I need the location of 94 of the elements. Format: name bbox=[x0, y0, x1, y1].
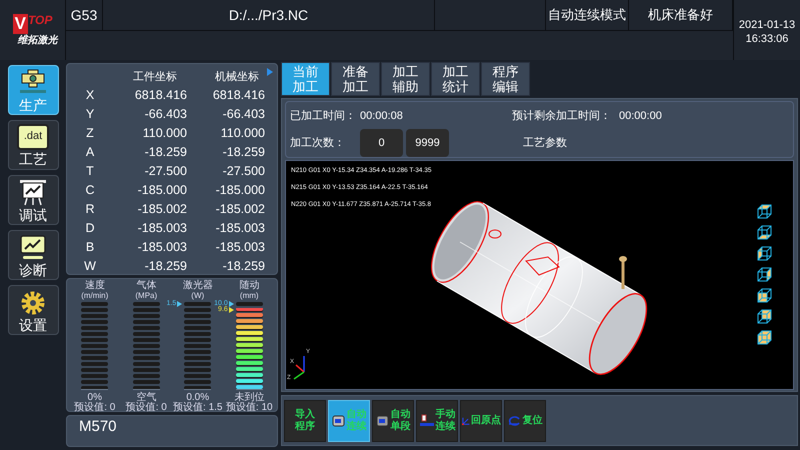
axis-value: -27.500 bbox=[144, 163, 187, 180]
file-extension: .dat bbox=[24, 131, 42, 142]
axis-value: -18.259 bbox=[222, 258, 266, 276]
hand-base-icon bbox=[418, 414, 434, 428]
view-cube-icon[interactable] bbox=[756, 266, 773, 283]
tab[interactable]: 程序 编辑 bbox=[481, 62, 530, 96]
axis-triad-icon bbox=[294, 356, 305, 380]
reset-icon bbox=[508, 414, 522, 428]
date-time: 2021-01-13 16:33:06 bbox=[733, 0, 800, 60]
axis-label: A bbox=[84, 144, 96, 162]
axis-value: -185.003 bbox=[136, 220, 187, 238]
gauge-unit: (mm) bbox=[240, 291, 259, 301]
axis-value: -66.403 bbox=[144, 106, 187, 124]
gauge-reading: 空气 bbox=[136, 393, 156, 403]
gauge-title: 气体 bbox=[136, 281, 156, 291]
remaining-time: 00:00:00 bbox=[619, 108, 663, 124]
tab[interactable]: 准备 加工 bbox=[331, 62, 380, 96]
toolbar-button[interactable]: 回原点 bbox=[460, 400, 502, 442]
view-cube-icon[interactable] bbox=[756, 329, 773, 346]
logo-brand: TOP bbox=[28, 14, 52, 26]
axis-value: 6818.416 bbox=[134, 87, 187, 104]
axis-value: -185.000 bbox=[214, 182, 266, 200]
axis-value: 6818.416 bbox=[212, 87, 266, 104]
view-cube-icon[interactable] bbox=[756, 245, 773, 262]
view-cube-icon[interactable] bbox=[756, 287, 773, 304]
preset-value: 预设值: 10 bbox=[226, 403, 273, 413]
label: 加工次数： bbox=[290, 136, 346, 151]
view-cube-icon[interactable] bbox=[756, 224, 773, 241]
gauge-reading: 未到位 bbox=[234, 393, 264, 403]
gauge-title: 随动 bbox=[239, 281, 260, 291]
gauge-unit: (W) bbox=[191, 291, 204, 301]
cursor-box-icon bbox=[332, 414, 346, 428]
count-field[interactable]: 9999 bbox=[406, 129, 449, 158]
monitor-chart-icon bbox=[18, 232, 48, 260]
gauge-reading: 0.0% bbox=[186, 393, 210, 403]
gauge-reading: 0% bbox=[88, 393, 102, 403]
view-cube-icon[interactable] bbox=[756, 203, 773, 220]
axis-label: X bbox=[84, 87, 96, 104]
axis-value: 110.000 bbox=[142, 125, 187, 142]
axis-value: -185.003 bbox=[214, 220, 266, 238]
machine-head-icon bbox=[18, 68, 48, 96]
label: 已加工时间： bbox=[290, 108, 357, 124]
axis-value: -185.002 bbox=[214, 201, 266, 218]
axis-value: -185.003 bbox=[214, 239, 266, 256]
axis-value: -66.403 bbox=[222, 106, 266, 124]
toolbar-button[interactable]: 复位 bbox=[504, 400, 546, 442]
preset-value: 预设值: 0 bbox=[74, 403, 116, 413]
column-header: 机械坐标 bbox=[214, 70, 260, 85]
toolbar-button[interactable]: 自动 单段 bbox=[372, 400, 414, 442]
sidebar-item[interactable]: .dat 工艺 bbox=[8, 120, 58, 170]
axis-label: C bbox=[84, 182, 96, 200]
gauge-title: 激光器 bbox=[182, 281, 213, 291]
count-field[interactable]: 0 bbox=[360, 129, 403, 158]
easel-chart-icon bbox=[18, 178, 48, 206]
message-text: M570 bbox=[79, 417, 117, 437]
file-path: D:/.../Pr3.NC bbox=[103, 0, 435, 30]
label: 工艺参数 bbox=[523, 136, 568, 151]
mode-status: 自动连续模式 bbox=[546, 0, 629, 30]
sidebar-item[interactable]: 设置 bbox=[8, 285, 58, 335]
axis-value: -18.259 bbox=[144, 258, 187, 276]
preset-value: 预设值: 1.5 bbox=[173, 403, 222, 413]
preset-value: 预设值: 0 bbox=[126, 403, 167, 413]
column-header: 工件坐标 bbox=[132, 70, 178, 85]
sidebar-item[interactable]: 诊断 bbox=[8, 230, 58, 280]
gauge-unit: (m/min) bbox=[81, 291, 108, 301]
axis-value: -27.500 bbox=[222, 163, 266, 180]
toolbar-button[interactable]: 导入 程序 bbox=[284, 400, 326, 442]
elapsed-time: 00:00:08 bbox=[360, 108, 404, 124]
axis-value: -18.259 bbox=[222, 144, 266, 162]
triangle-icon[interactable] bbox=[267, 68, 273, 76]
sidebar-item[interactable]: 调试 bbox=[8, 175, 58, 225]
tab[interactable]: 加工 辅助 bbox=[381, 62, 430, 96]
tab[interactable]: 加工 统计 bbox=[431, 62, 480, 96]
axis-label: Y bbox=[84, 106, 96, 124]
axis-value: -185.002 bbox=[136, 201, 187, 218]
gauge-title: 速度 bbox=[84, 281, 105, 291]
axis-label: T bbox=[85, 163, 95, 180]
view-cube-icon[interactable] bbox=[756, 308, 773, 325]
gauge-unit: (MPa) bbox=[135, 291, 158, 301]
toolbar-button[interactable]: 手动 连续 bbox=[416, 400, 458, 442]
axis-label: R bbox=[84, 201, 96, 218]
cursor-box-icon bbox=[376, 414, 390, 428]
label: 预计剩余加工时间： bbox=[512, 108, 612, 124]
axis-value: 110.000 bbox=[220, 125, 266, 142]
coordinate-system-code: G53 bbox=[66, 0, 103, 30]
axis-label: Z bbox=[85, 125, 95, 142]
axis-label: W bbox=[83, 258, 97, 276]
axis-label: D bbox=[84, 220, 96, 238]
logo-name: 维拓激光 bbox=[18, 35, 58, 46]
axis-value: -185.003 bbox=[136, 239, 187, 256]
axis-value: -185.000 bbox=[136, 182, 187, 200]
logo-mark: V bbox=[12, 14, 28, 34]
axis-value: -18.259 bbox=[144, 144, 187, 162]
axis-label: B bbox=[84, 239, 96, 256]
